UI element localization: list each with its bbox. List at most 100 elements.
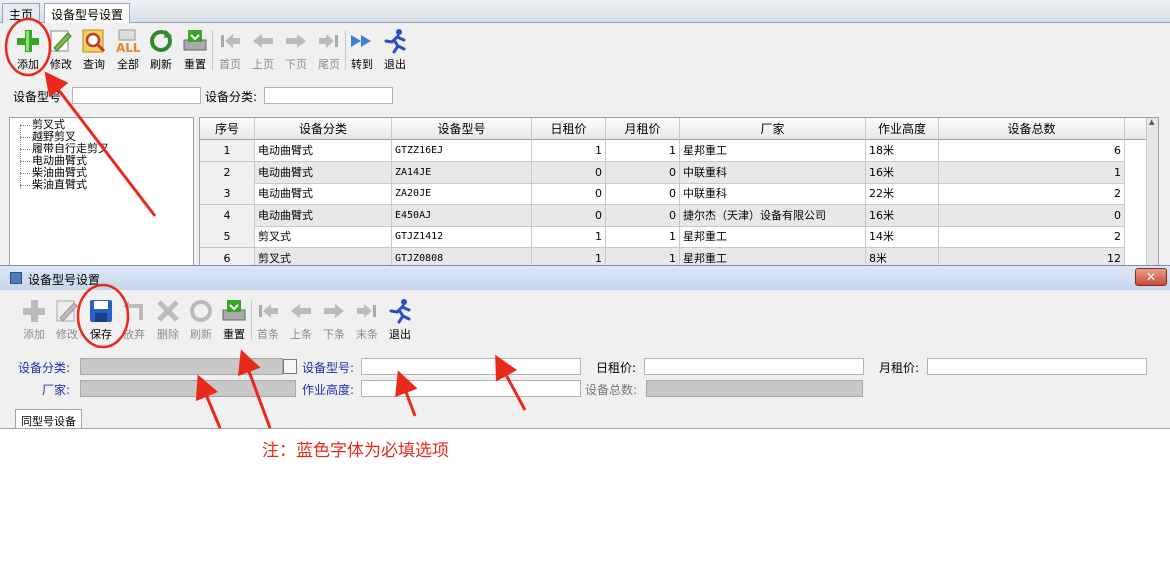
reset-button[interactable]: 重置 [179, 26, 211, 74]
tab-home[interactable]: 主页 [2, 3, 41, 23]
table-row[interactable]: 1 电动曲臂式 GTZZ16EJ 1 1 星邦重工 18米 6 [200, 140, 1125, 162]
maker-field[interactable] [80, 380, 296, 397]
add-button[interactable]: 添加 [12, 26, 44, 74]
table-cell: 0 [606, 204, 680, 227]
first-record-icon [259, 304, 278, 318]
column-header[interactable]: 序号 [200, 118, 255, 140]
device-model-dialog: 设备型号设置 ✕ 添加 修改 保存 放弃 删除 刷新 重置 首条 上条 下条 末… [0, 265, 1170, 579]
category-dropdown-button[interactable] [283, 359, 297, 374]
column-header[interactable]: 设备总数 [939, 118, 1125, 140]
column-header[interactable]: 月租价 [606, 118, 680, 140]
height-field[interactable] [361, 380, 581, 397]
exit-icon [384, 29, 406, 54]
dlg-last-record-button[interactable]: 末条 [351, 296, 383, 344]
table-cell: GTZZ16EJ [392, 140, 532, 162]
category-select[interactable] [80, 358, 283, 375]
dlg-first-record-button[interactable]: 首条 [252, 296, 284, 344]
table-cell: 0 [606, 183, 680, 205]
dialog-title-bar: 设备型号设置 ✕ [0, 266, 1170, 290]
table-cell: 0 [606, 161, 680, 184]
table-cell: 4 [200, 204, 255, 227]
category-search-label: 设备分类: [205, 90, 258, 104]
column-header[interactable]: 厂家 [680, 118, 866, 140]
column-header[interactable]: 设备型号 [392, 118, 532, 140]
model-search-input[interactable] [72, 87, 201, 104]
vertical-scrollbar[interactable] [1146, 118, 1158, 269]
refresh-button[interactable]: 刷新 [145, 26, 177, 74]
dlg-discard-button[interactable]: 放弃 [118, 296, 150, 344]
table-cell: ZA14JE [392, 161, 532, 184]
column-header[interactable]: 设备分类 [255, 118, 392, 140]
goto-icon [351, 35, 371, 47]
table-cell: 1 [606, 140, 680, 162]
total-field [646, 380, 863, 397]
tab-same-model-devices[interactable]: 同型号设备 [15, 409, 82, 429]
model-search-label: 设备型号 [13, 90, 62, 104]
refresh-icon [150, 30, 172, 52]
table-row[interactable]: 2 电动曲臂式 ZA14JE 0 0 中联重科 16米 1 [200, 161, 1125, 184]
table-row[interactable]: 3 电动曲臂式 ZA20JE 0 0 中联重科 22米 2 [200, 183, 1125, 205]
svg-text:ALL: ALL [116, 41, 141, 54]
table-cell: 中联重科 [680, 183, 866, 205]
column-header[interactable]: 日租价 [532, 118, 606, 140]
first-page-icon [221, 34, 240, 48]
table-cell: 0 [939, 204, 1125, 227]
column-header[interactable]: 作业高度 [866, 118, 939, 140]
prev-page-icon [253, 34, 273, 48]
dlg-edit-button[interactable]: 修改 [51, 296, 83, 344]
category-search-input[interactable] [264, 87, 393, 104]
table-row[interactable]: 5 剪叉式 GTJZ1412 1 1 星邦重工 14米 2 [200, 226, 1125, 248]
refresh-icon [190, 300, 212, 322]
dialog-title: 设备型号设置 [28, 273, 101, 287]
goto-button[interactable]: 转到 [346, 26, 378, 74]
reset-icon [222, 300, 246, 321]
model-field[interactable] [361, 358, 581, 375]
dlg-refresh-button[interactable]: 刷新 [185, 296, 217, 344]
undo-icon [123, 301, 143, 320]
first-page-button[interactable]: 首页 [214, 26, 246, 74]
query-button[interactable]: 查询 [78, 26, 110, 74]
prev-page-button[interactable]: 上页 [247, 26, 279, 74]
table-cell: 中联重科 [680, 161, 866, 184]
tree-item[interactable]: 柴油直臂式 [20, 179, 87, 191]
table-cell: 星邦重工 [680, 226, 866, 248]
table-cell: 22米 [866, 183, 939, 205]
table-cell: 电动曲臂式 [255, 140, 392, 162]
next-page-button[interactable]: 下页 [280, 26, 312, 74]
edit-button[interactable]: 修改 [45, 26, 77, 74]
exit-button[interactable]: 退出 [379, 26, 411, 74]
same-model-panel [0, 428, 1170, 579]
reset-icon [183, 30, 207, 51]
plus-icon [17, 30, 39, 52]
table-cell: 剪叉式 [255, 226, 392, 248]
table-cell: E450AJ [392, 204, 532, 227]
close-button[interactable]: ✕ [1135, 268, 1167, 286]
edit-icon [50, 30, 72, 52]
next-record-icon [324, 304, 344, 318]
main-toolbar: 添加 修改 查询 ALL 全部 刷新 重置 首页 上页 下页 尾页 转到 退出 [0, 26, 420, 76]
all-button[interactable]: ALL 全部 [112, 26, 144, 74]
tab-device-model-settings[interactable]: 设备型号设置 [44, 3, 131, 23]
table-cell: 2 [939, 226, 1125, 248]
dlg-save-button[interactable]: 保存 [85, 296, 117, 344]
next-page-icon [286, 34, 306, 48]
dlg-prev-record-button[interactable]: 上条 [285, 296, 317, 344]
table-cell: 5 [200, 226, 255, 248]
table-cell: 2 [200, 161, 255, 184]
last-page-button[interactable]: 尾页 [313, 26, 345, 74]
dlg-reset-button[interactable]: 重置 [218, 296, 250, 344]
dlg-next-record-button[interactable]: 下条 [318, 296, 350, 344]
table-row[interactable]: 4 电动曲臂式 E450AJ 0 0 捷尔杰（天津）设备有限公司 16米 0 [200, 204, 1125, 227]
table-cell: 1 [200, 140, 255, 162]
table-cell: 电动曲臂式 [255, 161, 392, 184]
monthly-price-field[interactable] [927, 358, 1147, 375]
dlg-delete-button[interactable]: 删除 [152, 296, 184, 344]
table-cell: 14米 [866, 226, 939, 248]
total-label: 设备总数: [585, 383, 638, 397]
dlg-add-button[interactable]: 添加 [18, 296, 50, 344]
last-record-icon [357, 304, 376, 318]
dlg-exit-button[interactable]: 退出 [384, 296, 416, 344]
last-page-icon [319, 34, 338, 48]
daily-price-field[interactable] [644, 358, 864, 375]
maker-label: 厂家: [42, 383, 71, 397]
